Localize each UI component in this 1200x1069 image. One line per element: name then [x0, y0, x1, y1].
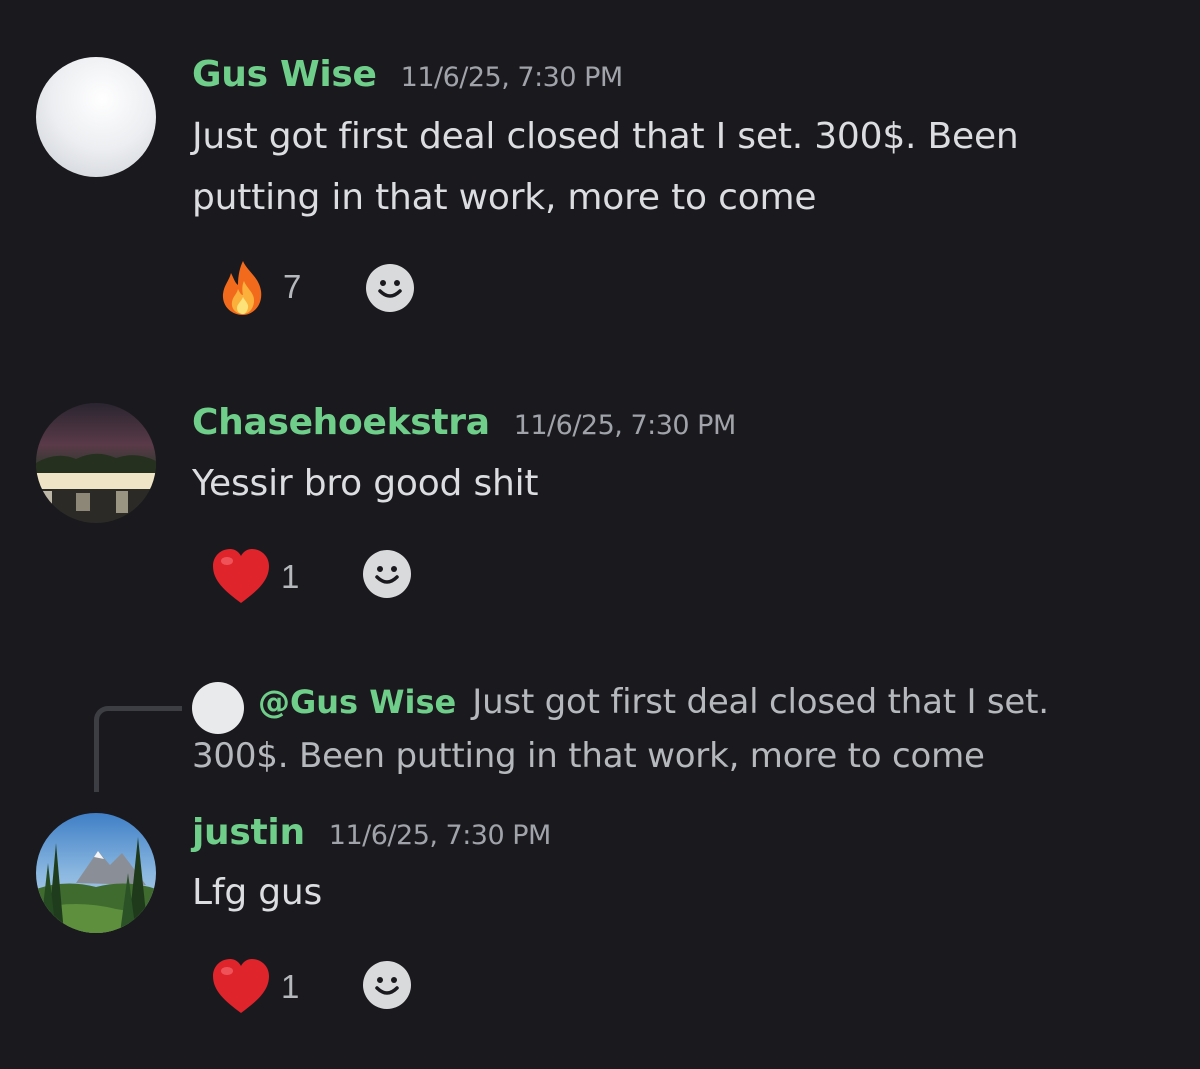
username[interactable]: Chasehoekstra	[192, 402, 490, 443]
username[interactable]: justin	[192, 812, 305, 853]
message-line: Just got first deal closed that I set. 3…	[192, 116, 1019, 157]
reaction-heart[interactable]: 1	[211, 547, 299, 607]
timestamp: 11/6/25, 7:30 PM	[328, 820, 552, 851]
message-line: putting in that work, more to come	[192, 177, 817, 218]
reaction-count: 7	[283, 268, 302, 305]
reply-spine	[94, 706, 182, 792]
message-text: Just got first deal closed that I set. 3…	[192, 106, 1019, 228]
avatar-justin[interactable]	[36, 813, 156, 933]
smile-icon[interactable]	[365, 263, 415, 313]
username[interactable]: Gus Wise	[192, 54, 377, 95]
reply-preview[interactable]: @Gus Wise Just got first deal closed tha…	[258, 682, 1049, 722]
heart-emoji-icon	[213, 549, 269, 603]
message-line: Lfg gus	[192, 872, 323, 913]
reply-mention[interactable]: @Gus Wise	[258, 683, 456, 721]
avatar-chasehoekstra[interactable]	[36, 403, 156, 523]
reply-text: Just got first deal closed that I set.	[472, 682, 1049, 722]
timestamp: 11/6/25, 7:30 PM	[513, 410, 737, 441]
smile-icon[interactable]	[362, 960, 412, 1010]
message-text: Lfg gus	[192, 862, 322, 923]
reaction-count: 1	[281, 968, 300, 1005]
heart-emoji-icon	[213, 959, 269, 1013]
reply-avatar	[192, 682, 244, 734]
message-line: Yessir bro good shit	[192, 463, 539, 504]
reaction-count: 1	[281, 558, 300, 595]
timestamp: 11/6/25, 7:30 PM	[400, 62, 624, 93]
avatar-gus-wise[interactable]	[36, 57, 156, 177]
reaction-fire[interactable]: 7	[213, 257, 301, 317]
reply-text: 300$. Been putting in that work, more to…	[192, 736, 985, 776]
message-text: Yessir bro good shit	[192, 453, 539, 514]
fire-emoji-icon	[222, 261, 262, 315]
smile-icon[interactable]	[362, 549, 412, 599]
reaction-heart[interactable]: 1	[211, 957, 299, 1017]
